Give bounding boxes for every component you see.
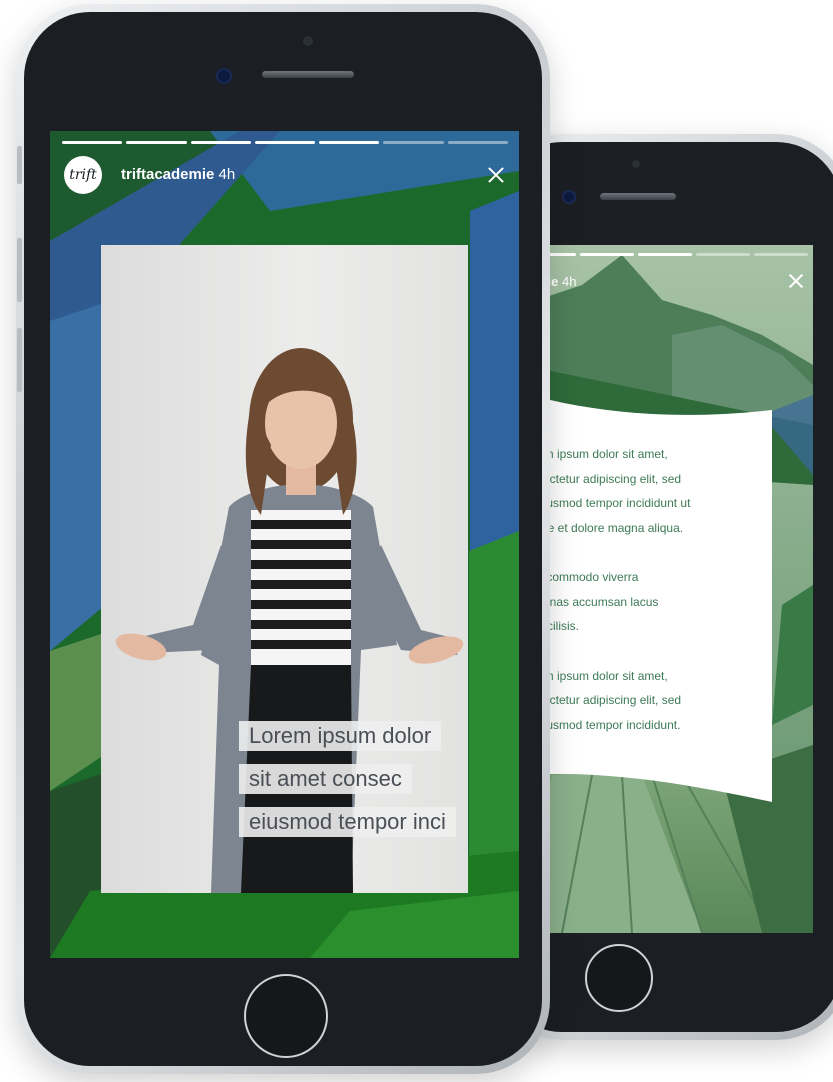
back-phone-camera (562, 190, 576, 204)
back-story-paragraph: em ipsum dolor sit amet, sectetur adipisc… (537, 442, 767, 540)
progress-segment (638, 253, 692, 256)
front-story-username[interactable]: triftacademie 4h (121, 166, 235, 183)
person-illustration (115, 348, 464, 893)
progress-segment (319, 141, 380, 144)
back-story-time: 4h (562, 274, 577, 289)
progress-segment (696, 253, 750, 256)
volume-down-button[interactable] (17, 328, 22, 392)
progress-segment (62, 141, 123, 144)
progress-segment (126, 141, 187, 144)
front-story-avatar[interactable]: trift (64, 156, 102, 194)
back-story-paragraph: em ipsum dolor sit amet, sectetur adipisc… (537, 664, 767, 738)
story-photo (101, 245, 468, 893)
mute-switch[interactable] (17, 146, 22, 184)
back-story-text: em ipsum dolor sit amet, sectetur adipisc… (537, 442, 767, 762)
progress-segment (383, 141, 444, 144)
back-story-line: sectetur adipiscing elit, sed (537, 471, 682, 486)
back-story-line: s commodo viverra (537, 570, 639, 584)
progress-segment (754, 253, 808, 256)
avatar-text: trift (69, 167, 97, 183)
front-phone-camera (216, 68, 232, 84)
progress-segment (254, 141, 316, 144)
front-home-button[interactable] (244, 974, 328, 1058)
caption-line-3: eiusmod tempor inci (239, 807, 456, 837)
progress-segment (580, 253, 634, 256)
back-story-paragraph: s commodo viverra cenas accumsan lacus fac… (537, 565, 767, 639)
back-story-line: em ipsum dolor sit amet, (537, 447, 668, 461)
front-story-time: 4h (218, 166, 236, 183)
front-story-close-icon[interactable] (486, 165, 506, 185)
back-story-line: sectetur adipiscing elit, sed (537, 693, 682, 707)
front-story-username-text: triftacademie (121, 166, 215, 183)
back-phone-sensor (632, 160, 640, 168)
back-home-button[interactable] (585, 944, 653, 1012)
back-story-line: cenas accumsan lacus (537, 594, 659, 609)
front-phone-speaker (262, 71, 354, 78)
caption-line-1: Lorem ipsum dolor (239, 721, 442, 751)
back-story-close-icon[interactable] (787, 272, 805, 290)
front-phone-sensor (303, 36, 313, 46)
back-story-line: eiusmod tempor incididunt ut (537, 496, 691, 510)
back-story-line: ore et dolore magna aliqua. (537, 520, 684, 535)
back-story-screen: mie 4h em ipsum dolor sit amet,sectetur … (522, 245, 813, 933)
progress-segment (447, 141, 508, 144)
back-story-line: em ipsum dolor sit amet, (537, 668, 668, 683)
back-story-progress (522, 253, 808, 256)
back-story-line: eiusmod tempor incididunt. (537, 717, 681, 732)
progress-segment (190, 141, 251, 144)
caption-line-2: sit amet consec (239, 764, 412, 794)
back-phone-speaker (600, 193, 676, 200)
front-story-progress (62, 141, 508, 144)
volume-up-button[interactable] (17, 238, 22, 302)
front-story-screen: trift triftacademie 4h Lorem ipsum dolor… (50, 131, 519, 958)
